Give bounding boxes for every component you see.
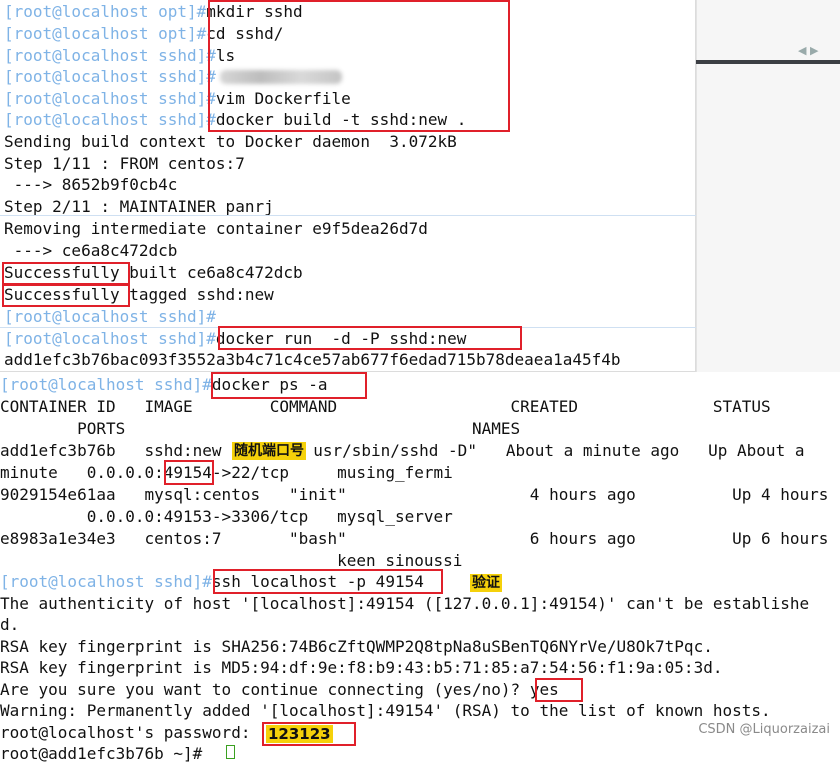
success-detail: built ce6a8c472dcb — [119, 263, 303, 282]
output-line: Warning: Permanently added '[localhost]:… — [0, 701, 771, 720]
row-text: ->22/tcp musing_fermi — [211, 463, 453, 482]
shell-prompt: [root@localhost sshd]# — [4, 89, 216, 108]
output-line: add1efc3b76bac093f3552a3b4c71c4ce57ab677… — [4, 350, 621, 369]
shell-prompt: [root@localhost sshd]# — [4, 67, 216, 86]
divider — [0, 215, 696, 216]
question-text: Are you sure you want to continue connec… — [0, 680, 530, 699]
port-highlight-box — [164, 460, 214, 485]
password-highlight-box — [262, 722, 356, 746]
shell-prompt: [root@localhost opt]# — [4, 24, 207, 43]
terminal-line: [root@localhost sshd]#ls — [4, 45, 235, 67]
output-line: The authenticity of host '[localhost]:49… — [0, 594, 810, 613]
terminal-line: [root@localhost sshd]# — [4, 306, 216, 328]
scroll-arrows-icon[interactable]: ◀ ▶ — [798, 44, 818, 57]
output-line: d. — [0, 615, 20, 634]
ps-highlight-box — [211, 372, 367, 399]
panel-divider — [696, 60, 840, 64]
output-line: Removing intermediate container e9f5dea2… — [4, 219, 428, 238]
verify-annotation: 验证 — [470, 574, 502, 592]
shell-prompt: [root@localhost sshd]# — [0, 375, 212, 394]
table-header: CONTAINER ID IMAGE COMMAND CREATED STATU… — [0, 397, 771, 416]
watermark: CSDN @Liquorzaizai — [698, 722, 830, 737]
success-highlight-box — [2, 284, 130, 307]
commands-highlight-box — [208, 0, 510, 132]
shell-prompt: [root@localhost sshd]# — [4, 46, 216, 65]
table-row: e8983a1e34e3 centos:7 "bash" 6 hours ago… — [0, 529, 829, 548]
output-line: ---> 8652b9f0cb4c — [4, 175, 178, 194]
success-detail: tagged sshd:new — [119, 285, 274, 304]
random-port-annotation: 随机端口号 — [232, 442, 306, 460]
success-highlight-box — [2, 262, 130, 285]
row-text: minute 0.0.0.0: — [0, 463, 164, 482]
shell-prompt: [root@localhost opt]# — [4, 2, 207, 21]
table-row: 0.0.0.0:49153->3306/tcp mysql_server — [0, 507, 453, 526]
output-line: Are you sure you want to continue connec… — [0, 679, 559, 701]
table-row: minute 0.0.0.0:49154->22/tcp musing_ferm… — [0, 462, 453, 484]
output-line: root@add1efc3b76b ~]# — [0, 744, 203, 763]
shell-prompt: [root@localhost sshd]# — [4, 329, 216, 348]
terminal-line: [root@localhost sshd]# — [4, 66, 216, 88]
row-text: add1efc3b76b sshd:new — [0, 441, 232, 460]
table-header: PORTS NAMES — [0, 419, 521, 438]
table-row: add1efc3b76b sshd:new usr/sbin/sshd -D" … — [0, 440, 804, 462]
output-line: Step 1/11 : FROM centos:7 — [4, 154, 245, 173]
output-line: Sending build context to Docker daemon 3… — [4, 132, 457, 151]
output-line: RSA key fingerprint is SHA256:74B6cZftQW… — [0, 637, 713, 656]
cursor-icon — [226, 745, 235, 759]
output-line: RSA key fingerprint is MD5:94:df:9e:f8:b… — [0, 658, 723, 677]
run-highlight-box — [218, 326, 522, 350]
output-line: root@localhost's password: — [0, 723, 261, 742]
row-text: usr/sbin/sshd -D" About a minute ago Up … — [313, 441, 805, 460]
answer-highlight-box — [535, 678, 583, 702]
table-row: 9029154e61aa mysql:centos "init" 4 hours… — [0, 485, 829, 504]
shell-prompt: [root@localhost sshd]# — [0, 572, 212, 591]
output-line: ---> ce6a8c472dcb — [4, 241, 178, 260]
ssh-highlight-box — [213, 569, 443, 594]
shell-prompt: [root@localhost sshd]# — [4, 307, 216, 326]
shell-prompt: [root@localhost sshd]# — [4, 110, 216, 129]
